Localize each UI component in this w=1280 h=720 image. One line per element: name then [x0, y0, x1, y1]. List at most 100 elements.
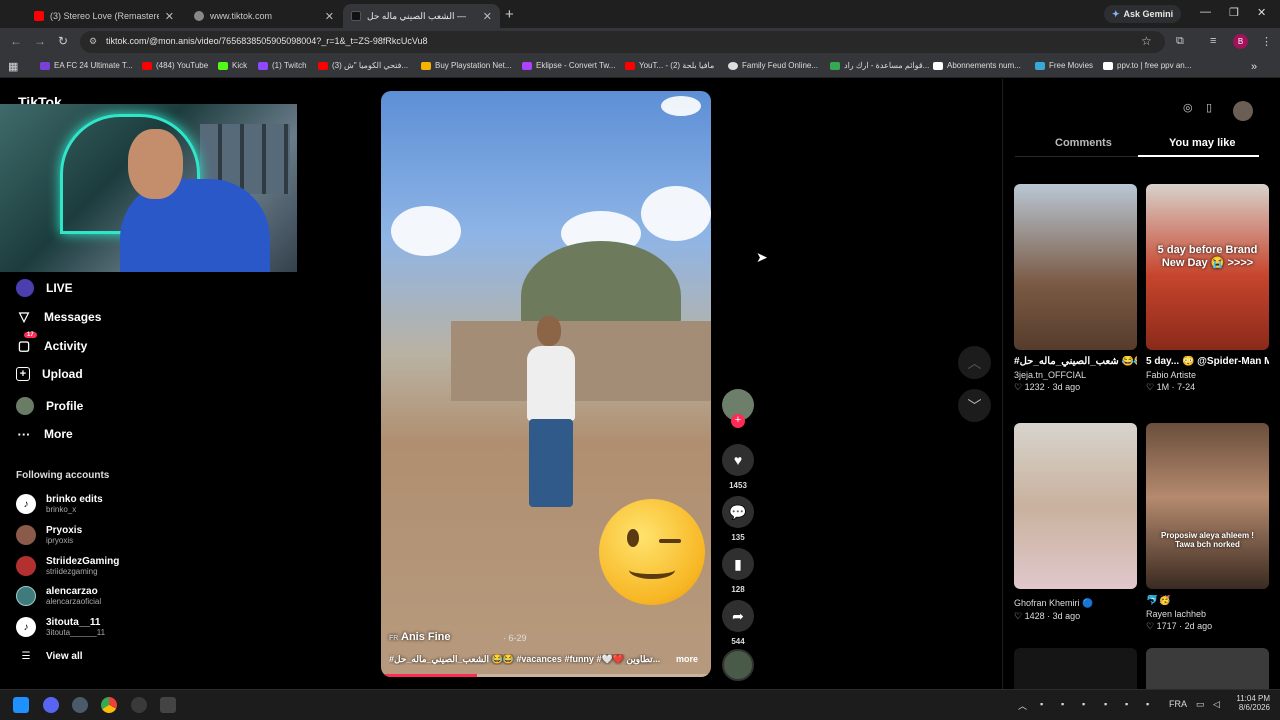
close-window-button[interactable]: ✕	[1257, 6, 1266, 19]
bookmark-item[interactable]: Buy Playstation Net...	[421, 61, 511, 70]
new-tab-button[interactable]: +	[505, 6, 514, 23]
app-icon[interactable]	[160, 697, 176, 713]
bookmark-item[interactable]: Free Movies	[1035, 61, 1093, 70]
apps-icon[interactable]: ▦	[8, 60, 18, 73]
bookmark-favicon-icon	[218, 61, 228, 70]
bookmark-item[interactable]: EA FC 24 Ultimate T...	[40, 61, 133, 70]
video-thumbnail: 5 day before Brand New Day 😭 >>>>	[1146, 184, 1269, 350]
bookmark-item[interactable]: Abonnements num...	[933, 61, 1021, 70]
close-tab-icon[interactable]: ✕	[483, 10, 492, 23]
ask-gemini-button[interactable]: ✦ Ask Gemini	[1104, 5, 1182, 23]
bookmark-item[interactable]: قوائم مساعدة - ارك راد...	[830, 61, 929, 70]
nav-profile[interactable]: Profile	[16, 397, 83, 415]
reload-button[interactable]: ↻	[58, 34, 68, 48]
clock[interactable]: 11:04 PM 8/6/2026	[1230, 694, 1270, 712]
author-avatar-button[interactable]: +	[722, 389, 754, 428]
tab-you-may-like[interactable]: You may like	[1169, 137, 1235, 149]
discord-icon[interactable]	[43, 697, 59, 713]
video-thumbnail[interactable]	[1014, 648, 1137, 689]
profile-avatar[interactable]: B	[1233, 34, 1248, 49]
view-all-link[interactable]: ☰ View all	[16, 651, 83, 662]
following-account[interactable]: ♪ 3itouta__11 3itouta______11	[16, 617, 105, 637]
close-tab-icon[interactable]: ✕	[325, 10, 334, 23]
browser-tab-active[interactable]: الشعب الصيني ماله حل — ✕	[343, 4, 500, 28]
suggested-video-card[interactable]: 5 day before Brand New Day 😭 >>>> 5 day.…	[1146, 184, 1269, 393]
tray-app-icon[interactable]: ▪	[1104, 699, 1107, 709]
network-icon[interactable]: ▭	[1196, 699, 1205, 710]
bookmark-item[interactable]: (1) Twitch	[258, 61, 307, 70]
more-bookmarks-icon[interactable]: »	[1251, 61, 1257, 73]
menu-icon[interactable]: ⋮	[1261, 35, 1272, 48]
site-info-icon[interactable]: ⚙	[89, 36, 97, 47]
bookmark-item[interactable]: Family Feud Online...	[728, 61, 818, 70]
keyboard-language[interactable]: FRA	[1169, 699, 1187, 709]
previous-video-button[interactable]: ︿	[958, 346, 991, 379]
bookmark-item[interactable]: Eklipse - Convert Tw...	[522, 61, 615, 70]
video-progress-bar[interactable]	[381, 674, 711, 677]
bookmark-favicon-icon	[522, 61, 532, 70]
extensions-icon[interactable]: ⧉	[1176, 35, 1184, 48]
tray-app-icon[interactable]: ▪	[1082, 699, 1085, 709]
forward-button[interactable]: →	[34, 34, 46, 48]
music-disc-icon	[722, 649, 754, 681]
nav-upload[interactable]: + Upload	[16, 367, 83, 381]
nav-activity[interactable]: ▢ 17 Activity	[16, 332, 87, 354]
chrome-icon[interactable]	[101, 697, 117, 713]
tray-app-icon[interactable]: ▪	[1040, 699, 1043, 709]
compass-icon[interactable]: ◎	[1183, 101, 1193, 114]
save-button[interactable]: ▮ 128	[722, 548, 754, 594]
windows-start-icon[interactable]	[13, 697, 29, 713]
bookmark-star-icon[interactable]: ☆	[1141, 34, 1152, 48]
user-avatar[interactable]	[1233, 101, 1253, 121]
tray-app-icon[interactable]: ▪	[1125, 699, 1128, 709]
share-count: 544	[731, 637, 745, 646]
suggested-video-card[interactable]: Proposiw aleya ahleem ! Tawa bch norked …	[1146, 423, 1269, 632]
browser-tab-youtube[interactable]: (3) Stereo Love (Remastered Ve... ✕	[26, 4, 182, 28]
suggested-video-card[interactable]: Ghofran Khemiri 🔵 ♡ 1428 · 3d ago	[1014, 423, 1137, 622]
browser-tab-tiktok[interactable]: www.tiktok.com ✕	[186, 4, 342, 28]
nav-live[interactable]: LIVE	[16, 279, 73, 297]
like-button[interactable]: ♥ 1453	[722, 444, 754, 490]
bookmark-item[interactable]: ppv.to | free ppv an...	[1103, 61, 1191, 70]
mobile-icon[interactable]: ▯	[1206, 101, 1212, 114]
tray-expand-icon[interactable]: ︿	[1018, 699, 1027, 712]
following-account[interactable]: StriidezGaming striidezgaming	[16, 556, 119, 576]
close-tab-icon[interactable]: ✕	[165, 10, 174, 23]
video-thumbnail: Proposiw aleya ahleem ! Tawa bch norked	[1146, 423, 1269, 589]
back-button[interactable]: ←	[10, 34, 22, 48]
following-account[interactable]: ♪ brinko edits brinko_x	[16, 494, 103, 514]
address-bar[interactable]: ⚙ tiktok.com/@mon.anis/video/76568385059…	[80, 31, 1165, 53]
video-thumbnail[interactable]	[1146, 648, 1269, 689]
bookmark-item[interactable]: YouT... - مافيا بلحة (2)	[625, 61, 714, 70]
settings-icon[interactable]	[72, 697, 88, 713]
tiktok-icon	[351, 11, 361, 21]
nav-more[interactable]: ··· More	[16, 426, 73, 442]
following-account[interactable]: alencarzao alencarzaoficial	[16, 586, 101, 606]
video-author[interactable]: FR Anis Fine	[389, 631, 451, 643]
minimize-button[interactable]: —	[1200, 6, 1211, 18]
tab-comments[interactable]: Comments	[1055, 137, 1112, 149]
restore-button[interactable]: ❐	[1229, 6, 1239, 19]
next-video-button[interactable]: ﹀	[958, 389, 991, 422]
bookmark-item[interactable]: (3) فتحي الكوميا "ش...	[318, 61, 408, 70]
bookmark-item[interactable]: Kick	[218, 61, 247, 70]
video-player[interactable]: FR Anis Fine · 6-29 #الشعب_الصيني_ماله_ح…	[381, 91, 711, 677]
bookmark-favicon-icon	[830, 61, 840, 70]
volume-icon[interactable]: ◁	[1213, 699, 1220, 710]
suggested-video-card[interactable]: #شعب_الصيني_ماله_حل 😂😂 3jeja.tn_OFFCIAL …	[1014, 184, 1137, 393]
tray-app-icon[interactable]: ▪	[1061, 699, 1064, 709]
bookmark-item[interactable]: (484) YouTube	[142, 61, 208, 70]
media-icon[interactable]: ≡	[1210, 35, 1216, 47]
following-account[interactable]: Pryoxis ipryoxis	[16, 525, 82, 545]
winking-emoji-sticker	[599, 499, 705, 605]
follow-plus-icon[interactable]: +	[731, 414, 745, 428]
microphone-icon[interactable]: ▪	[1146, 699, 1149, 709]
share-button[interactable]: ➦ 544	[722, 600, 754, 646]
comment-button[interactable]: 💬 135	[722, 496, 754, 542]
caption-more-button[interactable]: more	[676, 654, 698, 664]
nav-messages[interactable]: ▽ Messages	[16, 309, 101, 325]
sound-disc-button[interactable]	[722, 649, 754, 681]
obs-icon[interactable]	[131, 697, 147, 713]
avatar: ♪	[16, 617, 36, 637]
video-date: · 6-29	[503, 633, 527, 643]
